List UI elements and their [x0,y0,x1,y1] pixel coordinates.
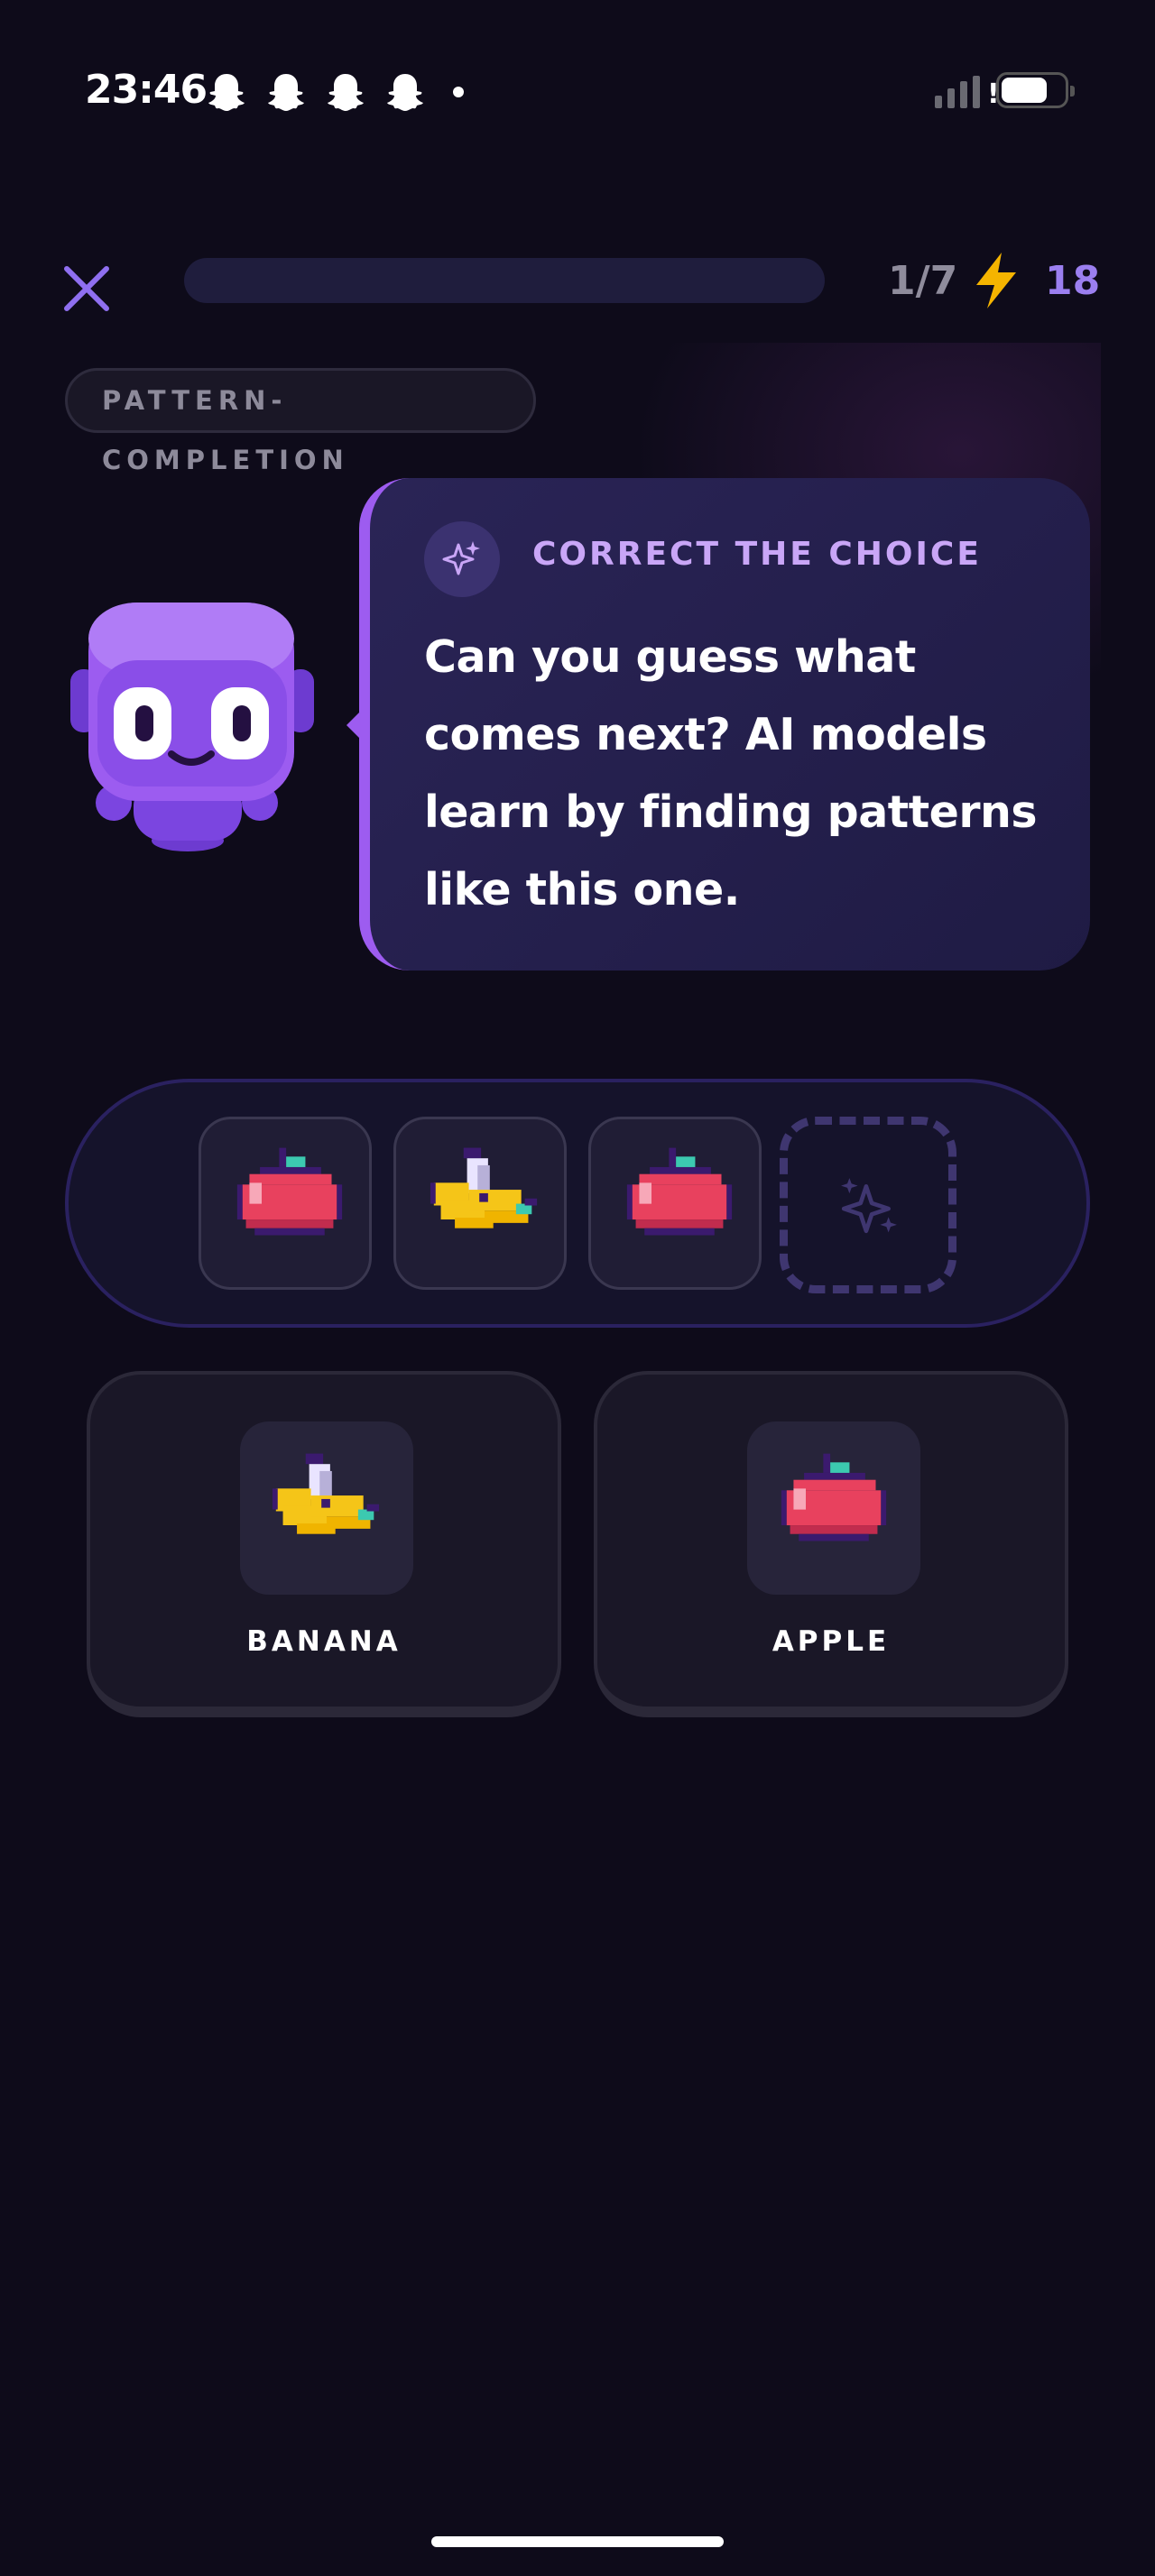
lesson-progress-bar [184,258,825,303]
snapchat-ghost-icon [208,74,245,111]
choice-image [747,1421,920,1595]
sparkles-icon [841,1178,897,1234]
sparkles-icon [442,541,480,575]
lightning-bolt-icon [976,253,1016,308]
home-indicator[interactable] [431,2536,724,2547]
prompt-text: Can you guess what comes next? AI models… [424,631,1038,915]
snapchat-ghost-icon [268,74,304,111]
choice-banana-button[interactable]: BANANA [87,1371,561,1717]
notification-icons [206,72,464,112]
snapchat-ghost-icon [387,74,423,111]
choice-apple-button[interactable]: APPLE [594,1371,1068,1717]
sequence-item-apple [588,1117,762,1290]
signal-icon: ! [935,76,1000,108]
question-counter: 1/7 [888,258,958,304]
category-tag: PATTERN-COMPLETION [65,368,536,475]
apple-icon [236,1147,343,1236]
battery-icon [996,72,1075,108]
choice-image [240,1421,413,1595]
sequence-item-apple [199,1117,372,1290]
banana-icon [272,1453,380,1534]
prompt-icon-circle [424,521,500,597]
snapchat-ghost-icon [328,74,364,111]
lesson-header: 1/7 18 [0,244,1155,325]
banana-icon [430,1147,538,1228]
status-time: 23:46 [85,67,208,113]
robot-mascot-icon [70,603,314,851]
apple-icon [781,1453,887,1541]
choice-label: APPLE [772,1625,891,1658]
status-bar: 23:46 ! [0,0,1155,180]
choice-label: BANANA [246,1625,402,1658]
prompt-title: CORRECT THE CHOICE [532,536,982,573]
close-icon[interactable] [60,262,114,316]
apple-icon [626,1147,733,1236]
sequence-empty-slot [780,1117,956,1293]
more-notifications-dot [453,87,464,97]
sequence-item-banana [393,1117,567,1290]
xp-value: 18 [1045,258,1101,304]
